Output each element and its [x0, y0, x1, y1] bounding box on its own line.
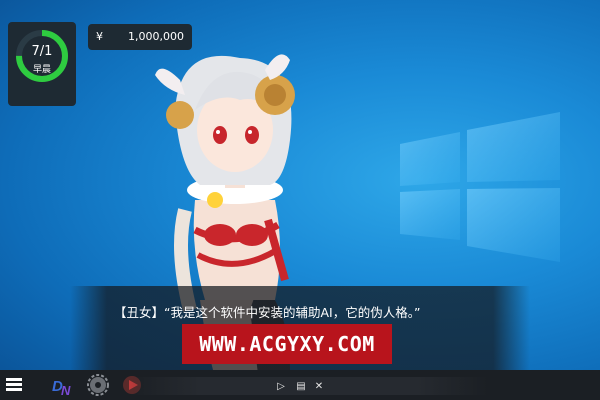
close-icon[interactable]: ✕: [312, 380, 326, 394]
currency-symbol: ¥: [96, 30, 103, 43]
dn-app-icon[interactable]: D N: [50, 373, 74, 397]
windows-logo: [400, 112, 560, 262]
start-menu-icon[interactable]: [6, 377, 22, 393]
money-widget: ¥ 1,000,000: [88, 24, 192, 50]
site-watermark: WWW.ACGYXY.COM: [182, 324, 392, 364]
auto-play-icon[interactable]: ▷: [274, 380, 288, 394]
time-of-day-label: 早晨: [32, 65, 51, 75]
log-icon[interactable]: ▤: [294, 380, 308, 394]
dialogue-text: 【丑女】“我是这个软件中安装的辅助AI，它的伪人格。”: [114, 305, 421, 320]
svg-text:N: N: [61, 383, 71, 397]
game-controls-bar: [128, 377, 488, 395]
calendar-date: 7/1: [31, 44, 53, 59]
gear-app-icon[interactable]: [86, 373, 110, 397]
money-amount: 1,000,000: [128, 30, 184, 43]
date-time-widget: 7/1 早晨: [8, 22, 76, 106]
